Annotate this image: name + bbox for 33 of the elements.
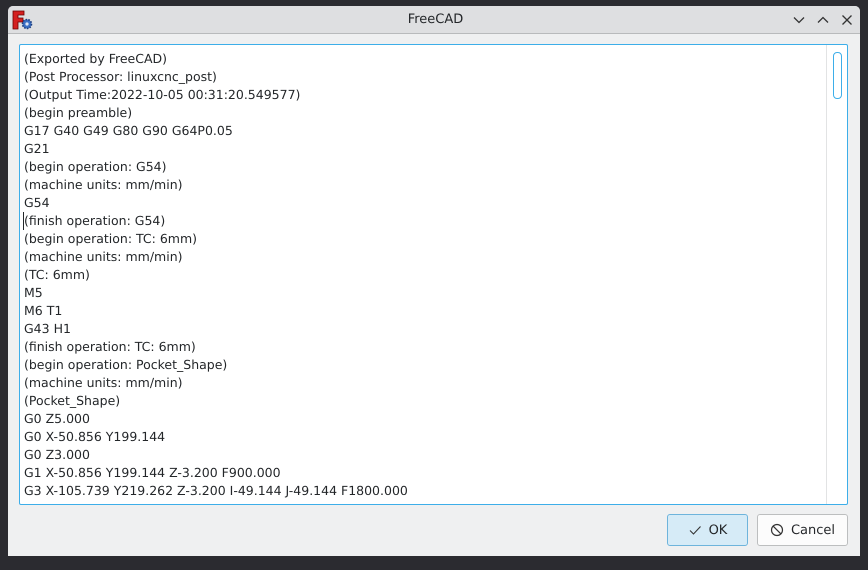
code-line: (begin operation: TC: 6mm) [24,230,198,248]
code-line: G54 [24,194,51,212]
code-line: M5 [24,284,44,302]
code-line: G0 Z3.000 [24,446,91,464]
code-line: (Pocket_Shape) [24,392,122,410]
code-line: (machine units: mm/min) [24,248,184,266]
close-icon[interactable] [840,12,854,26]
code-line: G1 X-50.856 Y199.144 Z-3.200 F900.000 [24,464,282,482]
code-line: M6 T1 [24,302,64,320]
code-line: (machine units: mm/min) [24,374,184,392]
code-line: G3 X-105.739 Y219.262 Z-3.200 I-49.144 J-49.144 F1800.000 [24,482,409,500]
code-line: G21 [24,140,51,158]
code-line: G17 G40 G49 G80 G90 G64P0.05 [24,122,234,140]
code-line: G0 X-50.856 Y199.144 [24,428,166,446]
code-line: (machine units: mm/min) [24,176,184,194]
code-line: (begin operation: Pocket_Shape) [24,356,228,374]
code-line: (finish operation: G54) [23,212,822,230]
ok-button[interactable]: OK [666,514,748,546]
app-logo-icon [11,8,33,30]
prohibited-icon [770,523,784,537]
window-title: FreeCAD [406,12,464,27]
scrollbar-thumb[interactable] [832,52,842,99]
code-line: (Exported by FreeCAD) [24,50,168,68]
code-line: (Output Time:2022-10-05 00:31:20.549577) [24,86,302,104]
code-line: G43 H1 [24,320,72,338]
cancel-button[interactable]: Cancel [756,514,848,546]
code-line: (finish operation: TC: 6mm) [24,338,197,356]
code-line: (begin operation: G54) [24,158,168,176]
code-line: (TC: 6mm) [24,266,91,284]
text-editor[interactable] [19,44,848,505]
code-line: G0 Z5.000 [24,410,91,428]
code-line: (begin preamble) [24,104,134,122]
code-line: (Post Processor: linuxcnc_post) [24,68,218,86]
